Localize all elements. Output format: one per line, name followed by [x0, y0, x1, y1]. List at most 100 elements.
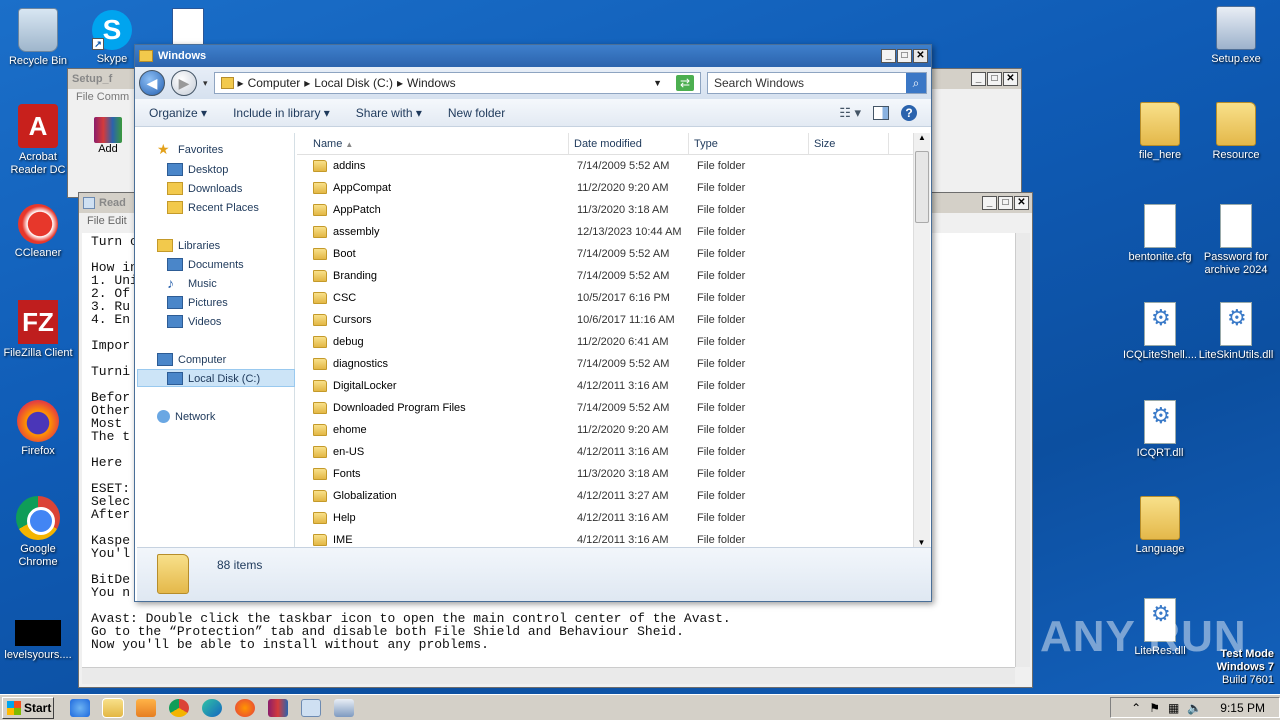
nav-documents[interactable]: Documents	[167, 258, 244, 271]
minimize-button[interactable]: _	[971, 72, 986, 86]
file-row[interactable]: diagnostics 7/14/2009 5:52 AM File folder	[297, 353, 913, 375]
recent-pages-chevron-icon[interactable]: ▾	[203, 78, 208, 89]
internet-explorer-icon[interactable]	[70, 698, 90, 717]
maximize-button[interactable]: □	[897, 49, 912, 63]
desktop-icon[interactable]: CCleaner	[0, 204, 76, 260]
nav-favorites[interactable]: ★ Favorites	[157, 142, 223, 156]
file-row[interactable]: AppPatch 11/3/2020 3:18 AM File folder	[297, 199, 913, 221]
new-folder-button[interactable]: New folder	[448, 106, 505, 120]
desktop-icon[interactable]: Password for archive 2024	[1198, 204, 1274, 277]
nav-desktop[interactable]: Desktop	[167, 163, 228, 176]
desktop-icon[interactable]: ICQLiteShell....	[1122, 302, 1198, 362]
column-header-date-modified[interactable]: Date modified	[569, 133, 689, 154]
desktop-icon[interactable]: bentonite.cfg	[1122, 204, 1198, 264]
refresh-icon[interactable]: ⇄	[676, 75, 694, 91]
preview-pane-icon[interactable]	[873, 105, 889, 120]
show-hidden-icons-icon[interactable]: ⌃	[1131, 701, 1141, 715]
file-row[interactable]: Downloaded Program Files 7/14/2009 5:52 A…	[297, 397, 913, 419]
search-icon[interactable]: ⌕	[906, 73, 926, 93]
nav-libraries[interactable]: Libraries	[157, 239, 220, 252]
nav-videos[interactable]: Videos	[167, 315, 221, 328]
desktop-icon[interactable]: Language	[1122, 496, 1198, 556]
back-button[interactable]: ◀	[139, 70, 165, 96]
firefox-icon[interactable]	[235, 698, 255, 717]
add-button[interactable]: Add	[90, 117, 126, 155]
file-row[interactable]: en-US 4/12/2011 3:16 AM File folder	[297, 441, 913, 463]
file-row[interactable]: ehome 11/2/2020 9:20 AM File folder	[297, 419, 913, 441]
desktop-icon[interactable]: Setup.exe	[1198, 6, 1274, 66]
search-input[interactable]: Search Windows	[708, 76, 906, 90]
volume-icon[interactable]: 🔈	[1187, 701, 1202, 715]
nav-pictures[interactable]: Pictures	[167, 296, 228, 309]
organize-button[interactable]: Organize ▾	[149, 106, 207, 120]
chrome-icon[interactable]	[169, 698, 189, 717]
setup-icon[interactable]	[334, 698, 354, 717]
nav-downloads[interactable]: Downloads	[167, 182, 242, 195]
share-with-button[interactable]: Share with ▾	[356, 106, 422, 120]
desktop-icon[interactable]: LiteSkinUtils.dll	[1198, 302, 1274, 362]
close-button[interactable]: ✕	[1003, 72, 1018, 86]
file-row[interactable]: Cursors 10/6/2017 11:16 AM File folder	[297, 309, 913, 331]
notepad-horizontal-scrollbar[interactable]	[82, 667, 1015, 684]
desktop-icon[interactable]: FZ FileZilla Client	[0, 300, 76, 360]
nav-computer[interactable]: Computer	[157, 353, 226, 366]
flag-icon[interactable]: ⚑	[1149, 701, 1160, 715]
file-row[interactable]: Boot 7/14/2009 5:52 AM File folder	[297, 243, 913, 265]
forward-button[interactable]: ▶	[171, 70, 197, 96]
notepad-icon[interactable]	[301, 698, 321, 717]
file-explorer-icon[interactable]	[102, 697, 124, 718]
start-button[interactable]: Start	[2, 696, 54, 719]
column-header-size[interactable]: Size	[809, 133, 889, 154]
include-in-library-button[interactable]: Include in library ▾	[233, 106, 330, 120]
search-box[interactable]: Search Windows ⌕	[707, 72, 927, 94]
nav-network[interactable]: Network	[157, 410, 215, 423]
media-player-icon[interactable]	[136, 698, 156, 717]
desktop-icon[interactable]: Firefox	[0, 400, 76, 458]
column-header-type[interactable]: Type	[689, 133, 809, 154]
file-row[interactable]: IME 4/12/2011 3:16 AM File folder	[297, 529, 913, 547]
desktop-icon[interactable]: Recycle Bin	[0, 8, 76, 68]
scroll-down-arrow[interactable]: ▼	[914, 538, 929, 547]
edge-icon[interactable]	[202, 698, 222, 717]
breadcrumb-computer[interactable]: Computer	[248, 76, 301, 90]
help-icon[interactable]: ?	[901, 104, 917, 121]
file-row[interactable]: Globalization 4/12/2011 3:27 AM File folde…	[297, 485, 913, 507]
view-options-icon[interactable]: ☷ ▾	[839, 105, 861, 121]
close-button[interactable]: ✕	[913, 49, 928, 63]
file-row[interactable]: CSC 10/5/2017 6:16 PM File folder	[297, 287, 913, 309]
desktop-icon[interactable]: ICQRT.dll	[1122, 400, 1198, 460]
minimize-button[interactable]: _	[982, 196, 997, 210]
winrar-icon[interactable]	[268, 698, 288, 717]
desktop-icon[interactable]: Resource	[1198, 102, 1274, 162]
file-row[interactable]: Help 4/12/2011 3:16 AM File folder	[297, 507, 913, 529]
file-row[interactable]: debug 11/2/2020 6:41 AM File folder	[297, 331, 913, 353]
desktop-icon[interactable]: Google Chrome	[0, 496, 76, 569]
breadcrumb-local-disk[interactable]: Local Disk (C:)	[314, 76, 393, 90]
scrollbar-thumb[interactable]	[915, 151, 929, 223]
file-row[interactable]: AppCompat 11/2/2020 9:20 AM File folder	[297, 177, 913, 199]
address-dropdown-icon[interactable]: ▼	[653, 78, 662, 88]
clock[interactable]: 9:15 PM	[1220, 701, 1265, 715]
column-header-name[interactable]: Name ▲	[297, 133, 569, 154]
desktop-icon[interactable]: file_here	[1122, 102, 1198, 162]
breadcrumb-windows[interactable]: Windows	[407, 76, 456, 90]
maximize-button[interactable]: □	[987, 72, 1002, 86]
address-bar[interactable]: ▸ Computer ▸ Local Disk (C:) ▸ Windows ▼…	[213, 72, 701, 94]
file-row[interactable]: addins 7/14/2009 5:52 AM File folder	[297, 155, 913, 177]
file-row[interactable]: Fonts 11/3/2020 3:18 AM File folder	[297, 463, 913, 485]
nav-local-disk[interactable]: Local Disk (C:)	[167, 372, 260, 385]
explorer-window[interactable]: Windows _ □ ✕ ◀ ▶ ▾ ▸ Computer ▸ Local D…	[134, 44, 932, 602]
notepad-vertical-scrollbar[interactable]	[1015, 233, 1030, 667]
file-row[interactable]: assembly 12/13/2023 10:44 AM File folder	[297, 221, 913, 243]
network-status-icon[interactable]: ▦	[1168, 701, 1179, 715]
close-button[interactable]: ✕	[1014, 196, 1029, 210]
desktop-icon[interactable]: levelsyours....	[0, 606, 76, 662]
nav-music[interactable]: ♪ Music	[167, 276, 217, 290]
file-list-vertical-scrollbar[interactable]: ▲ ▼	[913, 133, 930, 547]
nav-recent-places[interactable]: Recent Places	[167, 201, 259, 214]
maximize-button[interactable]: □	[998, 196, 1013, 210]
file-row[interactable]: DigitalLocker 4/12/2011 3:16 AM File folde…	[297, 375, 913, 397]
file-row[interactable]: Branding 7/14/2009 5:52 AM File folder	[297, 265, 913, 287]
minimize-button[interactable]: _	[881, 49, 896, 63]
scroll-up-arrow[interactable]: ▲	[914, 133, 930, 142]
